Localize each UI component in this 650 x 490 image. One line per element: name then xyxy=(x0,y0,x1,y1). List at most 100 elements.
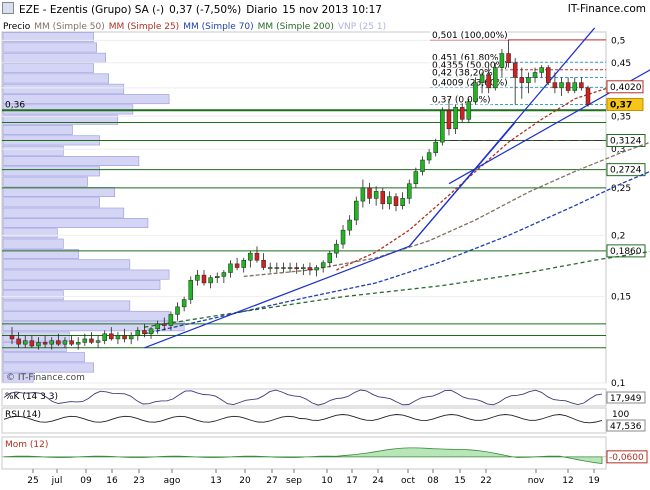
candle-body xyxy=(446,110,452,130)
candle-body xyxy=(155,323,160,330)
y-tick-label: 0,15 xyxy=(611,293,631,303)
candle-body xyxy=(162,323,167,326)
vnp-bar xyxy=(2,187,116,197)
candle-body xyxy=(499,53,505,68)
candle-body xyxy=(254,252,260,261)
vnp-bar xyxy=(2,83,125,94)
candle-body xyxy=(16,338,21,345)
candle-body xyxy=(82,338,88,343)
candle-body xyxy=(261,259,266,268)
vnp-bar xyxy=(2,238,64,249)
candle-body xyxy=(69,340,74,345)
candle-body xyxy=(420,159,425,172)
candle-body xyxy=(42,342,48,345)
x-tick-label: 10 xyxy=(321,476,333,486)
candle-body xyxy=(585,87,591,105)
candle-body xyxy=(281,267,286,269)
stock-chart[interactable]: 0,50,450,40,350,30,250,20,150,10,360,312… xyxy=(0,0,650,490)
candle-body xyxy=(546,67,551,83)
x-tick-label: 13 xyxy=(210,476,221,486)
candle-body xyxy=(248,252,253,261)
candle-body xyxy=(181,299,187,308)
vnp-bar xyxy=(2,228,58,239)
candle-body xyxy=(552,82,558,89)
candle-body xyxy=(22,340,28,345)
candle-body xyxy=(148,328,154,335)
vnp-bar xyxy=(2,362,94,373)
vnp-bar xyxy=(2,269,170,280)
vnp-bar xyxy=(2,73,109,84)
vnp-bar xyxy=(2,125,73,136)
candle-body xyxy=(373,191,379,199)
x-tick-label: 17 xyxy=(346,476,357,486)
x-tick-label: 27 xyxy=(266,476,277,486)
x-tick-label: 25 xyxy=(27,476,38,486)
candle-body xyxy=(572,82,578,91)
candle-body xyxy=(320,262,326,268)
vnp-bar xyxy=(2,176,88,187)
candle-body xyxy=(195,274,200,281)
x-tick-label: 08 xyxy=(427,476,439,486)
candle-body xyxy=(334,243,339,254)
vnp-bar xyxy=(2,310,170,321)
candle-body xyxy=(387,196,392,205)
candle-body xyxy=(327,252,333,263)
mom-panel xyxy=(1,436,607,470)
candle-body xyxy=(473,82,478,102)
candle-body xyxy=(579,82,584,89)
vnp-bar xyxy=(2,94,170,105)
vnp-bar xyxy=(2,145,64,156)
vnp-bar xyxy=(2,259,131,270)
candle-body xyxy=(294,267,299,270)
vnp-bar xyxy=(2,166,100,177)
candle-body xyxy=(95,340,101,343)
rsi-label: RSI (14) xyxy=(5,410,41,420)
x-tick-label: 12 xyxy=(562,476,573,486)
candle-body xyxy=(453,107,458,130)
candle-body xyxy=(201,274,207,284)
stoch-value: 17,949 xyxy=(610,394,642,404)
candle-body xyxy=(188,280,194,300)
candle-body xyxy=(367,187,372,199)
level-label: 0,36 xyxy=(5,100,25,110)
candle-body xyxy=(479,74,485,83)
x-tick-label: sep xyxy=(286,476,302,486)
price-tag-label: 0,4020 xyxy=(610,83,642,93)
candle-body xyxy=(228,263,233,273)
candle-body xyxy=(135,330,141,336)
candle-body xyxy=(526,77,531,83)
candle-body xyxy=(486,74,491,89)
candle-body xyxy=(36,342,41,347)
candle-body xyxy=(360,187,366,202)
vnp-bar xyxy=(2,290,64,301)
candle-body xyxy=(532,72,538,78)
candle-body xyxy=(307,267,313,271)
candle-body xyxy=(241,259,246,268)
mom-label: Mom (12) xyxy=(5,440,48,450)
candle-body xyxy=(565,82,571,91)
candle-body xyxy=(168,314,174,326)
candle-body xyxy=(128,335,134,340)
vnp-bar xyxy=(2,42,97,53)
candle-body xyxy=(393,196,399,206)
y-tick-label: 0,25 xyxy=(611,184,631,194)
level-label: 0,2724 xyxy=(610,166,642,176)
candle-body xyxy=(9,335,15,340)
stoch-panel xyxy=(1,388,607,407)
candle-body xyxy=(122,335,127,340)
candle-body xyxy=(466,101,472,120)
level-label: 0,3124 xyxy=(610,136,642,146)
rsi-value: 47,536 xyxy=(610,422,642,432)
vnp-bar xyxy=(2,218,149,228)
watermark: © IT-Finance.com xyxy=(6,373,85,383)
candle-body xyxy=(459,107,465,120)
candle-body xyxy=(539,67,544,73)
x-tick-label: 20 xyxy=(239,476,251,486)
candle-body xyxy=(440,110,445,143)
x-tick-label: 16 xyxy=(106,476,118,486)
candle-body xyxy=(433,141,438,153)
vnp-bar xyxy=(2,207,125,218)
x-tick-label: 15 xyxy=(454,476,465,486)
x-tick-label: 23 xyxy=(133,476,144,486)
candle-body xyxy=(208,277,213,284)
